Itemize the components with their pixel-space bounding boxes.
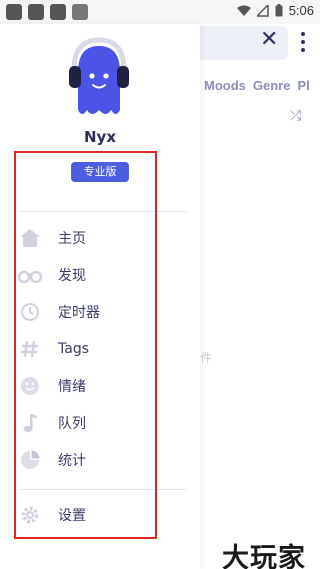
- category-tabs: Moods Genre Pl: [204, 78, 310, 93]
- ghost-mascot-icon: [69, 37, 129, 114]
- notification-icon: [50, 4, 66, 20]
- keyboard-icon: [72, 4, 88, 20]
- tab-playlists[interactable]: Pl: [297, 78, 309, 93]
- tab-genre[interactable]: Genre: [253, 78, 291, 93]
- close-icon[interactable]: ✕: [260, 27, 278, 52]
- watermark-logo: 大玩家: [222, 543, 306, 569]
- background-text: 件: [200, 351, 213, 365]
- highlight-box: [14, 151, 157, 539]
- notification-icon: [28, 4, 44, 20]
- more-icon[interactable]: [301, 30, 305, 52]
- wifi-icon: [236, 5, 251, 16]
- clock-time: 5:06: [288, 3, 314, 18]
- app-name: Nyx: [83, 128, 116, 146]
- battery-icon: [275, 4, 283, 17]
- status-bar: 5:06: [0, 0, 320, 24]
- signal-icon: [256, 4, 269, 17]
- notification-icons: [6, 4, 88, 20]
- notification-icon: [6, 4, 22, 20]
- tab-moods[interactable]: Moods: [204, 78, 246, 93]
- shuffle-icon[interactable]: ⤮: [290, 108, 301, 124]
- background-app: ✕ Moods Genre Pl ⤮ 件: [200, 24, 320, 569]
